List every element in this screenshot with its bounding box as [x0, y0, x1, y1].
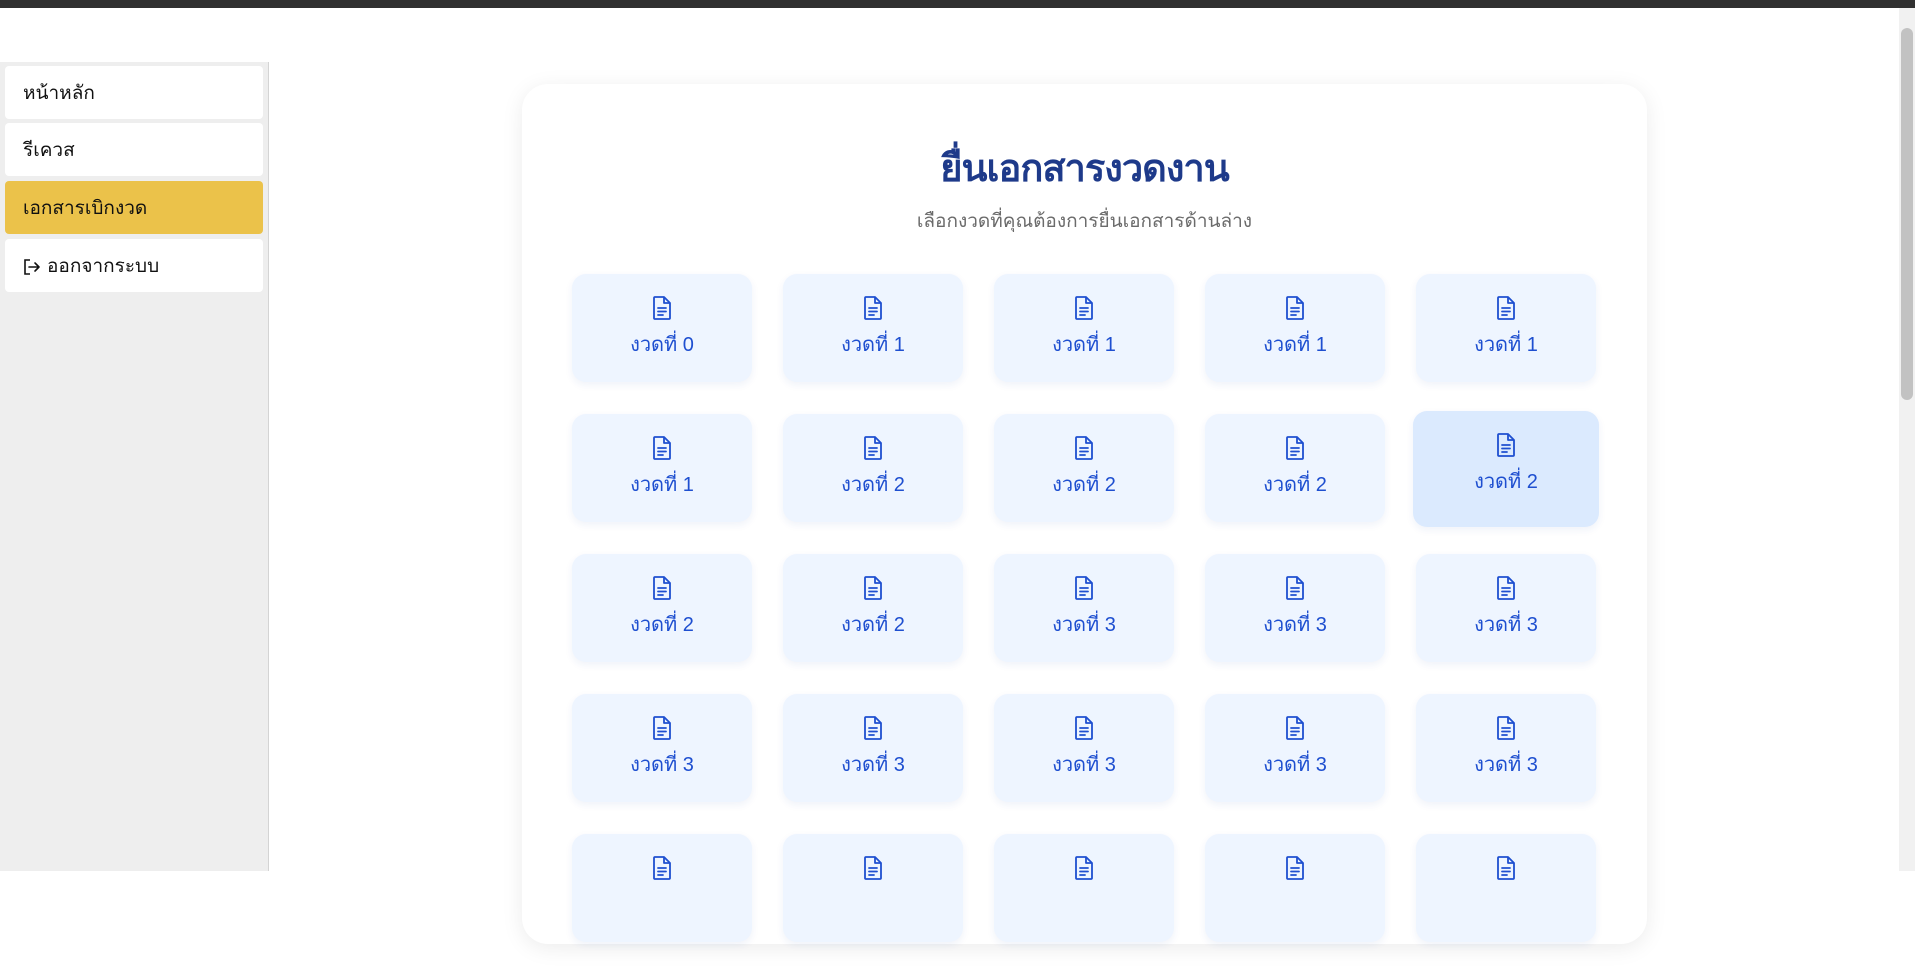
- installment-tile-label: งวดที่ 3: [1052, 614, 1116, 636]
- sidebar-item-installment-docs[interactable]: เอกสารเบิกงวด: [5, 181, 263, 234]
- document-icon: [1285, 576, 1305, 600]
- installment-tile-label: งวดที่ 3: [1474, 754, 1538, 776]
- document-icon: [1074, 296, 1094, 320]
- document-icon: [1496, 296, 1516, 320]
- document-icon: [1074, 716, 1094, 740]
- installment-tile-label: งวดที่ 2: [1052, 474, 1116, 496]
- installment-tile[interactable]: งวดที่ 2: [1413, 411, 1599, 527]
- scrollbar-thumb[interactable]: [1901, 28, 1913, 400]
- scrollbar-track[interactable]: [1899, 8, 1915, 871]
- installment-tile-label: งวดที่ 2: [1474, 471, 1538, 493]
- installment-tile[interactable]: งวดที่ 2: [783, 414, 963, 522]
- installment-tile[interactable]: งวดที่ 1: [1416, 274, 1596, 382]
- document-icon: [1496, 716, 1516, 740]
- document-icon: [1285, 716, 1305, 740]
- installment-tile[interactable]: งวดที่ 3: [1416, 554, 1596, 662]
- installment-tile[interactable]: งวดที่ 3: [572, 694, 752, 802]
- sidebar-item-label: เอกสารเบิกงวด: [23, 196, 148, 219]
- installment-tile[interactable]: งวดที่ 1: [783, 274, 963, 382]
- installment-tile[interactable]: งวดที่ 2: [1205, 414, 1385, 522]
- installment-grid: งวดที่ 0 งวดที่ 1 งวดที่ 1 งวดที่ 1 งวดที่ 1…: [572, 274, 1602, 974]
- document-icon: [1285, 296, 1305, 320]
- document-icon: [1074, 576, 1094, 600]
- installment-tile-label: งวดที่ 1: [630, 474, 694, 496]
- installment-tile[interactable]: งวดที่ 1: [572, 414, 752, 522]
- document-icon: [1496, 576, 1516, 600]
- document-icon: [652, 716, 672, 740]
- installment-tile-label: งวดที่ 1: [1052, 334, 1116, 356]
- installment-tile-label: งวดที่ 3: [1263, 614, 1327, 636]
- logout-icon: [23, 258, 41, 275]
- installment-tile-label: งวดที่ 2: [1263, 474, 1327, 496]
- page-subtitle: เลือกงวดที่คุณต้องการยื่นเอกสารด้านล่าง: [916, 210, 1253, 232]
- installment-tile[interactable]: งวดที่ 2: [994, 414, 1174, 522]
- installment-tile-label: งวดที่ 3: [630, 754, 694, 776]
- document-icon: [1285, 856, 1305, 880]
- installment-tile[interactable]: งวดที่ 3: [1205, 554, 1385, 662]
- installment-tile[interactable]: [994, 834, 1174, 942]
- installment-tile-label: งวดที่ 1: [1474, 334, 1538, 356]
- installment-tile[interactable]: งวดที่ 3: [783, 694, 963, 802]
- document-icon: [863, 856, 883, 880]
- document-icon: [863, 296, 883, 320]
- installment-tile-label: งวดที่ 3: [1052, 754, 1116, 776]
- installment-tile[interactable]: งวดที่ 1: [994, 274, 1174, 382]
- installment-tile-label: งวดที่ 1: [841, 334, 905, 356]
- installment-tile-label: งวดที่ 2: [841, 474, 905, 496]
- installment-tile-label: งวดที่ 2: [841, 614, 905, 636]
- document-icon: [863, 576, 883, 600]
- installment-tile-label: งวดที่ 1: [1263, 334, 1327, 356]
- document-icon: [1496, 433, 1516, 457]
- document-icon: [1496, 856, 1516, 880]
- document-icon: [652, 576, 672, 600]
- installment-tile[interactable]: งวดที่ 3: [1416, 694, 1596, 802]
- document-icon: [863, 716, 883, 740]
- sidebar-item-logout[interactable]: ออกจากระบบ: [5, 239, 263, 292]
- installment-tile[interactable]: งวดที่ 0: [572, 274, 752, 382]
- document-icon: [1074, 436, 1094, 460]
- sidebar-item-request[interactable]: รีเควส: [5, 123, 263, 176]
- main-card: ยื่นเอกสารงวดงาน เลือกงวดที่คุณต้องการยื…: [522, 84, 1647, 944]
- document-icon: [863, 436, 883, 460]
- installment-tile[interactable]: งวดที่ 1: [1205, 274, 1385, 382]
- installment-tile[interactable]: [572, 834, 752, 942]
- installment-tile-label: งวดที่ 3: [1474, 614, 1538, 636]
- browser-top-bar: [0, 0, 1915, 8]
- installment-tile[interactable]: งวดที่ 2: [783, 554, 963, 662]
- sidebar-item-home[interactable]: หน้าหลัก: [5, 66, 263, 119]
- installment-tile[interactable]: [1416, 834, 1596, 942]
- page-title: ยื่นเอกสารงวดงาน: [940, 146, 1229, 190]
- installment-tile-label: งวดที่ 3: [841, 754, 905, 776]
- sidebar: หน้าหลัก รีเควส เอกสารเบิกงวด ออกจากระบบ: [0, 62, 269, 871]
- document-icon: [652, 436, 672, 460]
- document-icon: [1285, 436, 1305, 460]
- installment-tile[interactable]: [1205, 834, 1385, 942]
- installment-tile-label: งวดที่ 3: [1263, 754, 1327, 776]
- installment-tile[interactable]: งวดที่ 3: [1205, 694, 1385, 802]
- sidebar-item-label: รีเควส: [23, 138, 75, 161]
- installment-tile[interactable]: [783, 834, 963, 942]
- installment-tile-label: งวดที่ 2: [630, 614, 694, 636]
- installment-tile[interactable]: งวดที่ 3: [994, 694, 1174, 802]
- document-icon: [652, 856, 672, 880]
- sidebar-item-label: หน้าหลัก: [23, 81, 95, 104]
- sidebar-item-label: ออกจากระบบ: [47, 254, 160, 277]
- document-icon: [1074, 856, 1094, 880]
- installment-tile[interactable]: งวดที่ 3: [994, 554, 1174, 662]
- document-icon: [652, 296, 672, 320]
- installment-tile-label: งวดที่ 0: [630, 334, 694, 356]
- installment-tile[interactable]: งวดที่ 2: [572, 554, 752, 662]
